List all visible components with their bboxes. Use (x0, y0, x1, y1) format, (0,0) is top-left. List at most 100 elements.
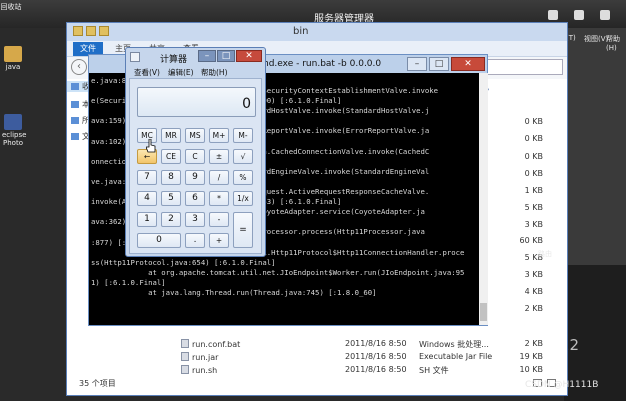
key-7[interactable]: 7 (137, 170, 157, 185)
key-negate[interactable]: ± (209, 149, 229, 164)
key-reciprocal[interactable]: 1/x (233, 191, 253, 206)
menu-view[interactable]: 查看(V) (134, 67, 160, 78)
eclipse-icon (4, 114, 22, 130)
key-divide[interactable]: / (209, 170, 229, 185)
back-icon[interactable]: ‹ (71, 59, 87, 75)
close-button[interactable]: ✕ (236, 50, 262, 62)
key-2[interactable]: 2 (161, 212, 181, 227)
folder-icon (4, 46, 22, 62)
key-clear-entry[interactable]: CE (161, 149, 181, 164)
maximize-icon[interactable] (574, 10, 584, 20)
file-size: 0 KB (524, 152, 543, 161)
key-0[interactable]: 0 (137, 233, 181, 248)
file-row[interactable]: run.sh 2011/8/16 8:50 SH 文件 (181, 365, 449, 375)
role-label: 路由 (538, 250, 552, 258)
scrollbar-thumb[interactable] (480, 303, 487, 321)
close-icon[interactable] (600, 10, 610, 20)
quick-access-toolbar (73, 26, 109, 36)
file-type: Executable Jar File (419, 352, 493, 361)
key-memory-recall[interactable]: MR (161, 128, 181, 143)
recycle-bin-label[interactable]: 回收站 (0, 2, 22, 12)
maximize-button[interactable]: □ (217, 50, 235, 62)
calculator-title: 计算器 (160, 55, 188, 65)
file-size: 19 KB (519, 352, 543, 361)
batch-file-icon (181, 339, 189, 348)
key-clear[interactable]: C (185, 149, 205, 164)
jar-file-icon (181, 352, 189, 361)
folder-icon (71, 117, 79, 124)
key-multiply[interactable]: * (209, 191, 229, 206)
status-bar-count: 35 个项目 (79, 379, 116, 388)
key-8[interactable]: 8 (161, 170, 181, 185)
file-size: 2 KB (524, 339, 543, 348)
display-value: 0 (242, 96, 251, 112)
key-4[interactable]: 4 (137, 191, 157, 206)
computer-icon (71, 101, 79, 108)
key-9[interactable]: 9 (185, 170, 205, 185)
console-line: at java.lang.Thread.run(Thread.java:745)… (91, 287, 377, 297)
key-5[interactable]: 5 (161, 191, 181, 206)
file-size: 2 KB (524, 304, 543, 313)
watermark: CSDN @H1111B (525, 380, 599, 390)
desktop-icon-label: eclipse Photo (2, 131, 27, 147)
key-minus[interactable]: - (209, 212, 229, 227)
minimize-button[interactable]: – (407, 57, 427, 71)
file-type: Windows 批处理... (419, 340, 489, 349)
file-date: 2011/8/16 8:50 (345, 365, 407, 374)
close-button[interactable]: ✕ (451, 57, 485, 71)
file-size: 1 KB (524, 186, 543, 195)
file-size: 0 KB (524, 169, 543, 178)
key-memory-store[interactable]: MS (185, 128, 205, 143)
file-size: 10 KB (519, 365, 543, 374)
star-icon (71, 83, 79, 90)
file-name: run.sh (192, 366, 218, 375)
key-decimal[interactable]: . (185, 233, 205, 248)
file-size: 4 KB (524, 287, 543, 296)
file-name: run.jar (192, 353, 219, 362)
key-memory-subtract[interactable]: M- (233, 128, 253, 143)
minimize-icon[interactable] (548, 10, 558, 20)
folder-icon (71, 133, 79, 140)
calculator-keypad: 0 MC MR MS M+ M- ← CE C ± √ 7 8 9/% 4 5 6 * 1/x 1 2 3- = 0. + (129, 78, 262, 254)
console-scrollbar[interactable] (479, 73, 488, 325)
file-row[interactable]: run.jar 2011/8/16 8:50 Executable Jar Fi… (181, 352, 492, 362)
file-size: 0 KB (524, 117, 543, 126)
file-name: run.conf.bat (192, 340, 241, 349)
console-line: 1) [:6.1.0.Final] (91, 277, 166, 287)
file-date: 2011/8/16 8:50 (345, 339, 407, 348)
search-input[interactable] (477, 59, 563, 75)
desktop-icon-label: java (5, 63, 21, 71)
key-equals[interactable]: = (233, 212, 253, 248)
file-size: 60 KB (519, 236, 543, 245)
folder-icon[interactable] (73, 26, 83, 36)
file-date: 2011/8/16 8:50 (345, 352, 407, 361)
maximize-button[interactable]: □ (429, 57, 449, 71)
console-line: ss(Http11Protocol.java:654) [:6.1.0.Fina… (91, 257, 276, 267)
calculator-titlebar: 计算器 – □ ✕ (126, 48, 265, 65)
file-size: 5 KB (524, 203, 543, 212)
menu-help[interactable]: 帮助(H) (201, 67, 228, 78)
desktop-icon-java[interactable]: java (2, 46, 24, 71)
file-size: 0 KB (524, 134, 543, 143)
key-percent[interactable]: % (233, 170, 253, 185)
sm-menu-view[interactable]: 视图(V) (584, 34, 608, 44)
shell-file-icon (181, 365, 189, 374)
new-folder-icon[interactable] (99, 26, 109, 36)
desktop-icon-eclipse[interactable]: eclipse Photo (2, 114, 27, 147)
file-size: 3 KB (524, 270, 543, 279)
cmd-title: cmd.exe - run.bat -b 0.0.0.0 (255, 59, 382, 69)
properties-icon[interactable] (86, 26, 96, 36)
key-plus[interactable]: + (209, 233, 229, 248)
menu-edit[interactable]: 编辑(E) (168, 67, 194, 78)
key-sqrt[interactable]: √ (233, 149, 253, 164)
key-memory-add[interactable]: M+ (209, 128, 229, 143)
hand-cursor-icon (146, 139, 156, 153)
key-3[interactable]: 3 (185, 212, 205, 227)
key-1[interactable]: 1 (137, 212, 157, 227)
key-6[interactable]: 6 (185, 191, 205, 206)
minimize-button[interactable]: – (198, 50, 216, 62)
explorer-title: bin (293, 26, 309, 37)
explorer-titlebar: bin (67, 23, 567, 41)
file-row[interactable]: run.conf.bat 2011/8/16 8:50 Windows 批处理.… (181, 339, 489, 349)
sm-menu-help[interactable]: 帮助(H) (606, 34, 626, 52)
